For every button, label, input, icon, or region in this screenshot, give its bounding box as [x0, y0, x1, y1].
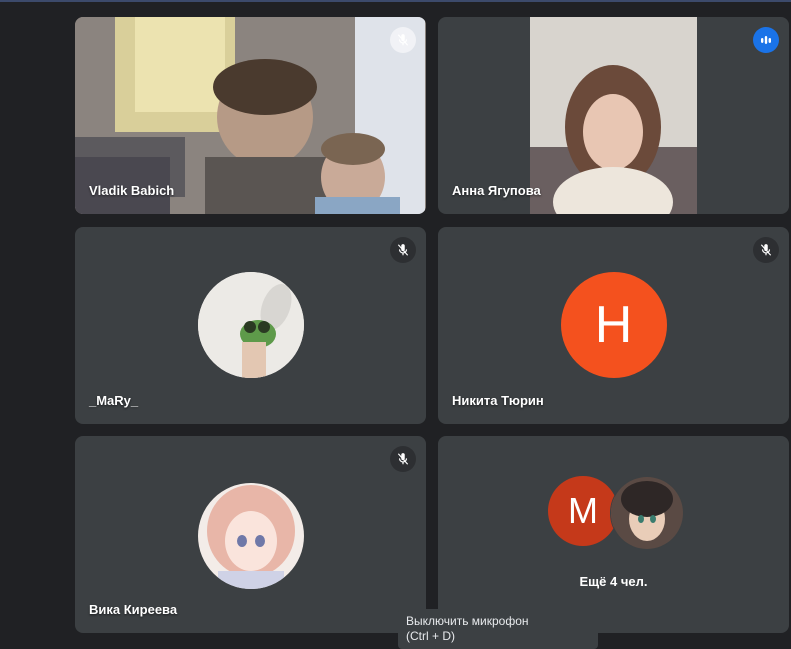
mic-off-icon [397, 244, 409, 256]
more-participants-tile[interactable]: M Ещё 4 чел. [438, 436, 789, 633]
mic-off-icon [397, 34, 409, 46]
mute-tooltip: Выключить микрофон (Ctrl + D) [398, 609, 598, 649]
top-border [0, 0, 791, 2]
frog-avatar-image [197, 272, 304, 378]
avatar [610, 476, 684, 550]
avatar [197, 483, 304, 589]
anime-boy-avatar-image [611, 477, 683, 549]
tooltip-line-1: Выключить микрофон [406, 614, 529, 628]
participant-name: _MaRy_ [89, 393, 139, 408]
mic-off-indicator [753, 237, 779, 263]
anime-girl-avatar-image [197, 483, 304, 589]
participant-name: Vladik Babich [89, 183, 175, 198]
mic-off-indicator [390, 27, 416, 53]
participant-tile-vika[interactable]: Вика Киреева [75, 436, 426, 633]
participant-name: Вика Киреева [89, 602, 178, 617]
participant-tile-vladik[interactable]: Vladik Babich [75, 17, 426, 214]
participant-tile-nikita[interactable]: H Никита Тюрин [438, 227, 789, 424]
participant-tile-mary[interactable]: _MaRy_ [75, 227, 426, 424]
avatar [197, 272, 304, 378]
participant-name: Никита Тюрин [452, 393, 544, 408]
tooltip-line-2: (Ctrl + D) [406, 629, 455, 643]
participant-tile-anna[interactable]: Анна Ягупова [438, 17, 789, 214]
avatar-letter: M [568, 490, 598, 531]
mic-off-icon [397, 453, 409, 465]
mic-off-indicator [390, 446, 416, 472]
avatar-letter: H [594, 296, 633, 354]
participant-name: Анна Ягупова [452, 183, 541, 198]
audio-level-icon [761, 36, 771, 44]
mic-off-indicator [390, 237, 416, 263]
speaking-indicator [753, 27, 779, 53]
letter-avatar: H [560, 272, 667, 378]
more-participants-label: Ещё 4 чел. [579, 574, 648, 589]
mic-off-icon [760, 244, 772, 256]
letter-avatar: M [548, 476, 618, 546]
